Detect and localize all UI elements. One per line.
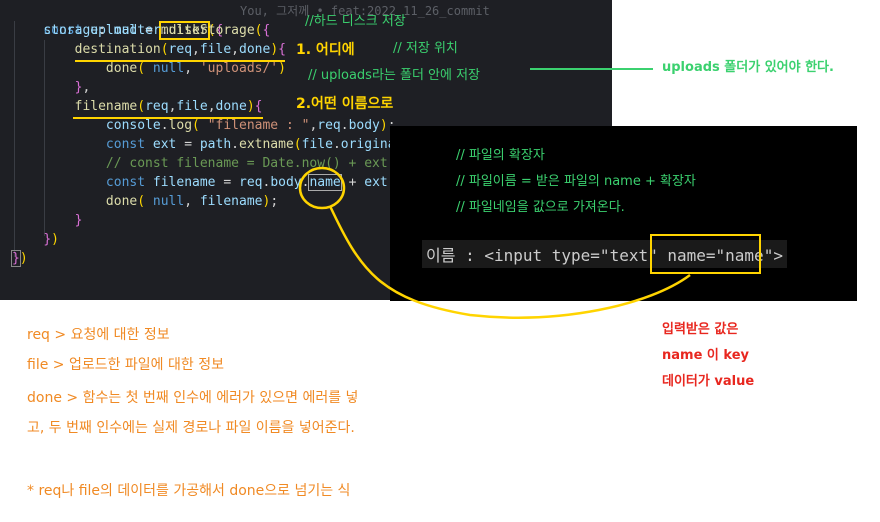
note-summary: * req나 file의 데이터를 가공해서 done으로 넘기는 식 bbox=[27, 483, 351, 499]
side-note-2: name 이 key bbox=[662, 348, 749, 363]
note-file: file > 업로드한 파일에 대한 정보 bbox=[27, 357, 224, 373]
connector-curve bbox=[298, 166, 691, 319]
note-req: req > 요청에 대한 정보 bbox=[27, 327, 170, 343]
side-note-1: 입력받은 값은 bbox=[662, 322, 739, 337]
note-done-2: 고, 두 번째 인수에는 실제 경로나 파일 이름을 넣어준다. bbox=[27, 420, 355, 436]
note-done-1: done > 함수는 첫 번째 인수에 에러가 있으면 에러를 넣 bbox=[27, 390, 359, 406]
side-note-3: 데이터가 value bbox=[662, 374, 755, 389]
